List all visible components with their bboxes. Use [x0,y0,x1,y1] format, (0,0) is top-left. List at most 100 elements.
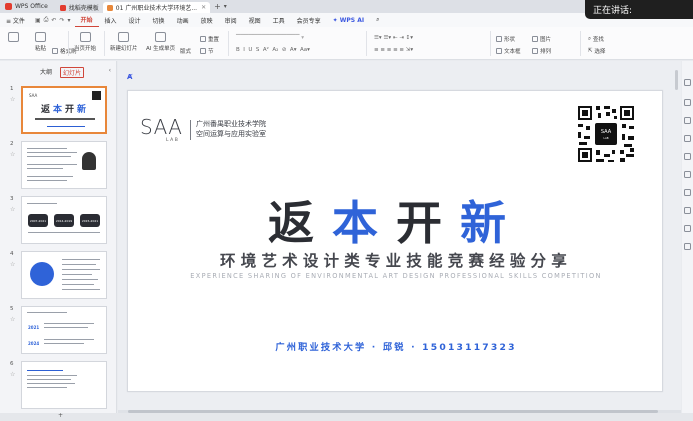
textbox-button[interactable]: 文本框 [496,47,521,55]
chevron-down-icon[interactable]: ▾ [67,17,70,24]
menu-item-view[interactable]: 视图 [243,13,267,27]
ai-pen-icon[interactable]: Ⱥ [127,73,132,81]
wps-ai-button[interactable]: ✦ WPS AI [327,13,370,27]
main-title[interactable]: 返本开新 [128,187,664,253]
settings-icon[interactable] [684,79,691,86]
textbox-icon [496,48,502,54]
undo-icon[interactable]: ↶ [51,17,56,24]
thumb-text-line [62,264,96,265]
menu-item-animation[interactable]: 动画 [171,13,195,27]
tab-outline[interactable]: 大纲 [40,67,52,78]
new-tab-button[interactable]: + [214,2,221,11]
font-style-group[interactable]: B I U S A² A₂ ⊘ A▾ Aa▾ [236,47,310,53]
thumb-text-line [27,176,73,177]
tab-templates[interactable]: 找稻壳模板 [56,2,103,13]
history-icon[interactable] [684,225,691,232]
shape-button[interactable]: 形状 [496,35,515,43]
animation-icon[interactable] [684,171,691,178]
menu-item-transition[interactable]: 切换 [147,13,171,27]
redo-icon[interactable]: ↷ [59,17,64,24]
picture-icon [532,36,538,42]
star-icon[interactable]: ☆ [10,96,15,103]
thumb-text-line [27,203,57,204]
paragraph-align-group[interactable]: ≡ ≡ ≡ ≡ ≡ ⇲▾ [374,47,413,53]
slide-editing-canvas[interactable]: Ⱥ SAA LAB 广州番禺职业技术学院 空间运算与应用实验室 SAA LAB … [118,61,681,413]
thumbnail-slide-2[interactable]: 2 ☆ [10,141,110,191]
undo-button[interactable] [8,32,19,44]
slide-preview[interactable] [21,251,107,299]
thumb-text-line [44,343,84,344]
menu-item-tools[interactable]: 工具 [267,13,291,27]
menu-item-design[interactable]: 设计 [123,13,147,27]
tab-slides[interactable]: 幻灯片 [60,67,85,78]
star-icon[interactable]: ☆ [10,316,15,323]
paste-button[interactable]: 粘贴 [35,32,46,52]
slide-preview[interactable] [21,361,107,409]
subtitle-english[interactable]: EXPERIENCE SHARING OF ENVIRONMENTAL ART … [128,272,664,280]
start-current-label: 当页开始 [74,46,97,52]
star-icon[interactable]: ☆ [10,371,15,378]
title-char-1: 返 [268,196,332,250]
print-icon[interactable]: ⎙ [44,16,49,24]
slide-preview[interactable]: 2021 2024 [21,306,107,354]
chevron-down-icon[interactable]: ▾ [224,3,227,10]
star-icon[interactable] [684,117,691,124]
star-icon[interactable]: ☆ [10,261,15,268]
thumbnail-slide-3[interactable]: 3 ☆ 2007-2021 2014-2019 2015-2021 [10,196,110,246]
paragraph-list-group[interactable]: ☰▾ ☰▾ ⇤ ⇥ ↕▾ [374,35,413,41]
format-icon[interactable] [684,189,691,196]
thumbnail-slide-6[interactable]: 6 ☆ [10,361,110,411]
qr-center-sublabel: LAB [603,136,608,140]
author-line[interactable]: 广州职业技术大学 · 邱锐 · 15013117323 [128,339,664,353]
format-painter-button[interactable]: 格式刷 [52,47,77,55]
section-button[interactable]: 节 [200,47,214,55]
magic-icon[interactable] [684,153,691,160]
style-icon[interactable] [684,135,691,142]
search-icon[interactable]: ⌕ [370,13,385,27]
slide-preview[interactable] [21,141,107,189]
select-button[interactable]: ⇱ 选择 [588,47,605,55]
thumb-text-line [27,387,67,388]
layout-button[interactable]: 版式 [180,47,191,55]
menu-item-slideshow[interactable]: 放映 [195,13,219,27]
reset-button[interactable]: 重置 [200,35,219,43]
menu-item-review[interactable]: 审阅 [219,13,243,27]
ppt-file-icon [106,4,113,11]
slide-number: 1 [10,86,14,92]
thumb-text-line [44,327,88,328]
save-icon[interactable]: ▣ [35,17,41,24]
file-menu[interactable]: ≡ 文件 [0,13,31,27]
find-button[interactable]: ⌕ 查找 [588,35,604,44]
collapse-panel-icon[interactable]: ‹ [109,67,111,74]
docer-icon [59,4,66,11]
new-slide-button[interactable]: 新建幻灯片 [110,32,138,52]
star-icon[interactable]: ☆ [10,206,15,213]
slide-preview[interactable]: SAA 返本开新 [21,86,107,134]
arrange-button[interactable]: 排列 [532,47,551,55]
thumb-text-line [44,339,94,340]
thumbnail-slide-5[interactable]: 5 ☆ 2021 2024 [10,306,110,356]
vertical-scrollbar[interactable] [675,70,678,90]
layers-icon[interactable] [684,207,691,214]
thumbnail-slide-4[interactable]: 4 ☆ [10,251,110,301]
picture-button[interactable]: 图片 [532,35,551,43]
pin-icon[interactable] [684,99,691,106]
menu-item-start[interactable]: 开始 [74,13,99,27]
current-slide[interactable]: SAA LAB 广州番禺职业技术学院 空间运算与应用实验室 SAA LAB 返本… [127,90,663,392]
start-from-current-button[interactable]: 当页开始 [74,32,96,52]
star-icon[interactable]: ☆ [10,151,15,158]
slide-preview[interactable]: 2007-2021 2014-2019 2015-2021 [21,196,107,244]
ai-generate-slide-button[interactable]: AI 生成单页 [146,32,175,52]
app-name[interactable]: WPS Office [15,3,48,10]
thumbnail-slide-1[interactable]: 1 ☆ SAA 返本开新 [10,86,110,136]
add-slide-icon[interactable]: + [58,412,63,419]
menu-item-insert[interactable]: 插入 [99,13,123,27]
close-tab-icon[interactable]: ✕ [201,4,206,11]
layout-label: 版式 [180,49,192,55]
menu-item-member[interactable]: 会员专享 [291,13,327,27]
tab-presentation[interactable]: 01 广州职业技术大学环境艺... ✕ [102,2,211,13]
font-family-select[interactable]: ▔▔▔▔▔▔▔▔▔▔▔▔▔▔▔ ▾ [236,35,304,41]
more-icon[interactable] [684,243,691,250]
subtitle-chinese[interactable]: 环境艺术设计类专业技能竞赛经验分享 [128,249,664,271]
school-line-2: 空间运算与应用实验室 [196,130,266,138]
